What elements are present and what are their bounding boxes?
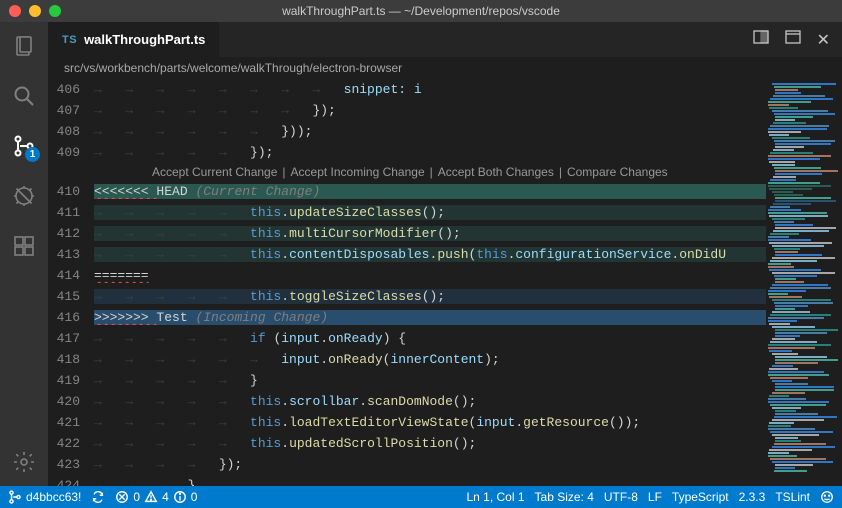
accept-incoming-link[interactable]: Accept Incoming Change — [291, 165, 425, 179]
sb-tsversion[interactable]: 2.3.3 — [739, 490, 766, 504]
accept-current-link[interactable]: Accept Current Change — [152, 165, 277, 179]
code-editor[interactable]: 406→ → → → → → → → snippet: i 407→ → → →… — [48, 79, 766, 486]
conflict-head-marker: <<<<<<< — [94, 184, 156, 199]
activity-scm-icon[interactable]: 1 — [10, 132, 38, 160]
sb-language[interactable]: TypeScript — [672, 490, 729, 504]
statusbar: d4bbcc63! 0 4 0 Ln 1, Col 1 Tab Size: 4 … — [0, 486, 842, 508]
sb-branch[interactable]: d4bbcc63! — [8, 490, 81, 504]
activity-settings-icon[interactable] — [10, 448, 38, 476]
typescript-file-icon: TS — [62, 34, 77, 46]
activity-search-icon[interactable] — [10, 82, 38, 110]
sb-eol[interactable]: LF — [648, 490, 662, 504]
split-editor-icon[interactable] — [753, 29, 769, 50]
compare-changes-link[interactable]: Compare Changes — [567, 165, 668, 179]
conflict-incoming-marker: >>>>>>> — [94, 310, 156, 325]
accept-both-link[interactable]: Accept Both Changes — [438, 165, 554, 179]
sb-tabsize[interactable]: Tab Size: 4 — [535, 490, 594, 504]
tab-bar: TS walkThroughPart.ts ✕ — [48, 22, 842, 57]
sb-tslint[interactable]: TSLint — [775, 490, 810, 504]
scm-badge: 1 — [25, 147, 40, 162]
window-minimize-button[interactable] — [29, 5, 41, 17]
tab-walkthroughpart[interactable]: TS walkThroughPart.ts — [48, 22, 220, 57]
titlebar: walkThroughPart.ts — ~/Development/repos… — [0, 0, 842, 22]
breadcrumb[interactable]: src/vs/workbench/parts/welcome/walkThrou… — [48, 57, 842, 79]
sb-problems[interactable]: 0 4 0 — [115, 490, 197, 504]
editor-layout-icon[interactable] — [785, 29, 801, 50]
close-editor-icon[interactable]: ✕ — [817, 30, 830, 50]
window-maximize-button[interactable] — [49, 5, 61, 17]
window-title: walkThroughPart.ts — ~/Development/repos… — [0, 4, 842, 18]
activity-extensions-icon[interactable] — [10, 232, 38, 260]
merge-codelens: Accept Current Change| Accept Incoming C… — [48, 163, 766, 181]
sb-feedback-icon[interactable] — [820, 490, 834, 504]
minimap[interactable] — [766, 79, 842, 486]
sb-encoding[interactable]: UTF-8 — [604, 490, 638, 504]
sb-sync[interactable] — [91, 490, 105, 504]
sb-cursor[interactable]: Ln 1, Col 1 — [466, 490, 524, 504]
tab-filename: walkThroughPart.ts — [84, 32, 205, 47]
conflict-divider: ======= — [94, 268, 149, 283]
activity-bar: 1 — [0, 22, 48, 486]
activity-explorer-icon[interactable] — [10, 32, 38, 60]
activity-debug-icon[interactable] — [10, 182, 38, 210]
window-close-button[interactable] — [9, 5, 21, 17]
editor-area: TS walkThroughPart.ts ✕ src/vs/workbench… — [48, 22, 842, 486]
